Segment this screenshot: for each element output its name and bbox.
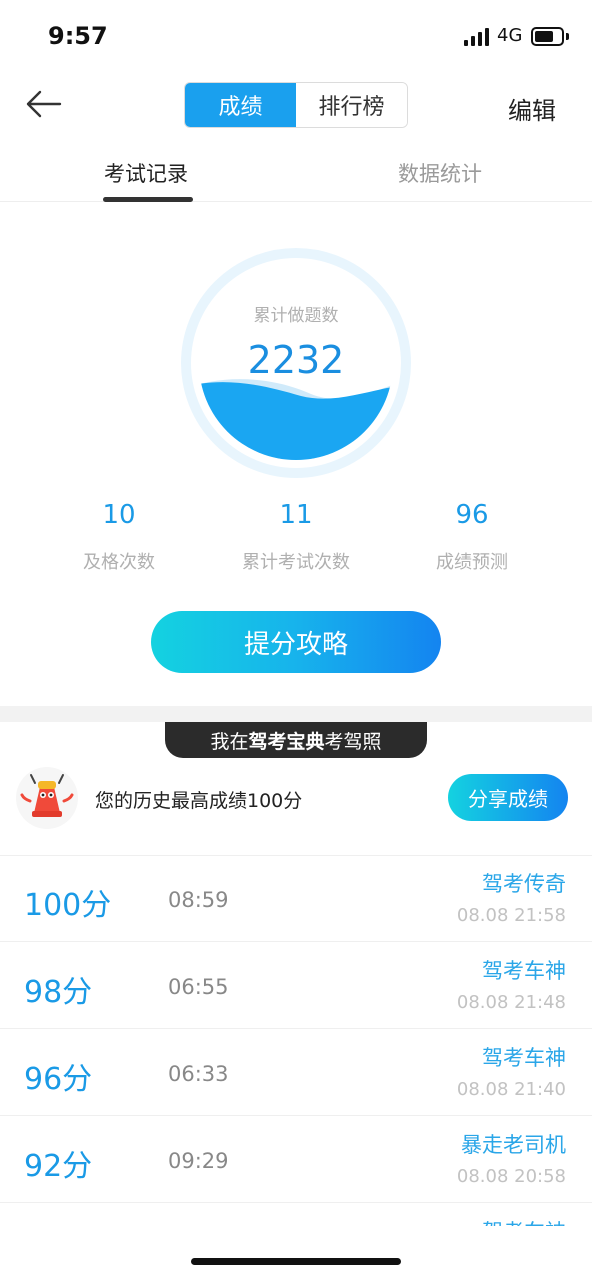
promo-banner: 我在 驾考宝典 考驾照 [165,722,427,758]
segment-control: 成绩 排行榜 [184,82,408,128]
record-title: 暴走老司机 [461,1133,566,1157]
record-score: 100分 [24,888,112,923]
network-label: 4G [497,25,523,46]
improve-score-button[interactable]: 提分攻略 [151,611,441,673]
tab-exam-records[interactable]: 考试记录 [104,158,188,188]
exam-count-label: 累计考试次数 [242,552,350,573]
record-duration: 06:55 [168,975,229,999]
total-questions-label: 累计做题数 [253,306,339,326]
pass-count-value: 10 [102,500,136,530]
record-row[interactable]: 96分 06:33 驾考车神 08.08 21:40 [0,1030,592,1116]
record-date: 08.08 20:58 [456,1166,566,1187]
edit-button[interactable]: 编辑 [508,91,556,126]
record-duration: 08:59 [168,888,229,912]
record-date: 08.08 21:48 [456,992,566,1013]
record-date: 08.08 21:40 [456,1079,566,1100]
tab-data-stats[interactable]: 数据统计 [398,158,482,188]
banner-prefix: 我在 [210,730,249,753]
record-row-partial[interactable]: 驾考车神 [0,1204,592,1226]
record-duration: 09:29 [168,1149,229,1173]
record-title: 驾考车神 [482,1216,566,1226]
record-row[interactable]: 98分 06:55 驾考车神 08.08 21:48 [0,943,592,1029]
record-title: 驾考车神 [482,1046,566,1070]
active-tab-indicator [103,197,193,202]
share-score-button[interactable]: 分享成绩 [448,774,568,821]
battery-icon [531,27,564,46]
record-row[interactable]: 92分 09:29 暴走老司机 08.08 20:58 [0,1117,592,1203]
score-prediction-value: 96 [455,500,489,530]
record-score: 98分 [24,975,93,1010]
mascot-avatar-icon [16,767,78,829]
record-score: 92分 [24,1149,93,1184]
record-title: 驾考车神 [482,959,566,983]
signal-icon [464,28,492,46]
segment-leaderboard[interactable]: 排行榜 [296,83,407,127]
record-date: 08.08 21:58 [456,905,566,926]
best-score-text: 您的历史最高成绩100分 [95,790,303,812]
segment-score[interactable]: 成绩 [185,83,296,127]
record-duration: 06:33 [168,1062,229,1086]
record-score: 96分 [24,1062,93,1097]
total-questions-value: 2232 [247,338,345,382]
banner-suffix: 考驾照 [324,730,382,753]
exam-count-value: 11 [279,500,313,530]
pass-count-label: 及格次数 [83,552,155,573]
battery-tip [566,33,569,40]
section-divider [0,706,592,722]
score-prediction-label: 成绩预测 [436,552,508,573]
arrow-left-icon [26,90,62,118]
home-indicator[interactable] [191,1258,401,1265]
status-bar: 9:57 4G [0,0,592,72]
record-title: 驾考传奇 [482,872,566,896]
back-button[interactable] [24,86,64,122]
record-row[interactable]: 100分 08:59 驾考传奇 08.08 21:58 [0,856,592,942]
status-time: 9:57 [48,22,108,50]
banner-brand: 驾考宝典 [248,730,325,753]
subtab-bar: 考试记录 数据统计 [0,146,592,202]
